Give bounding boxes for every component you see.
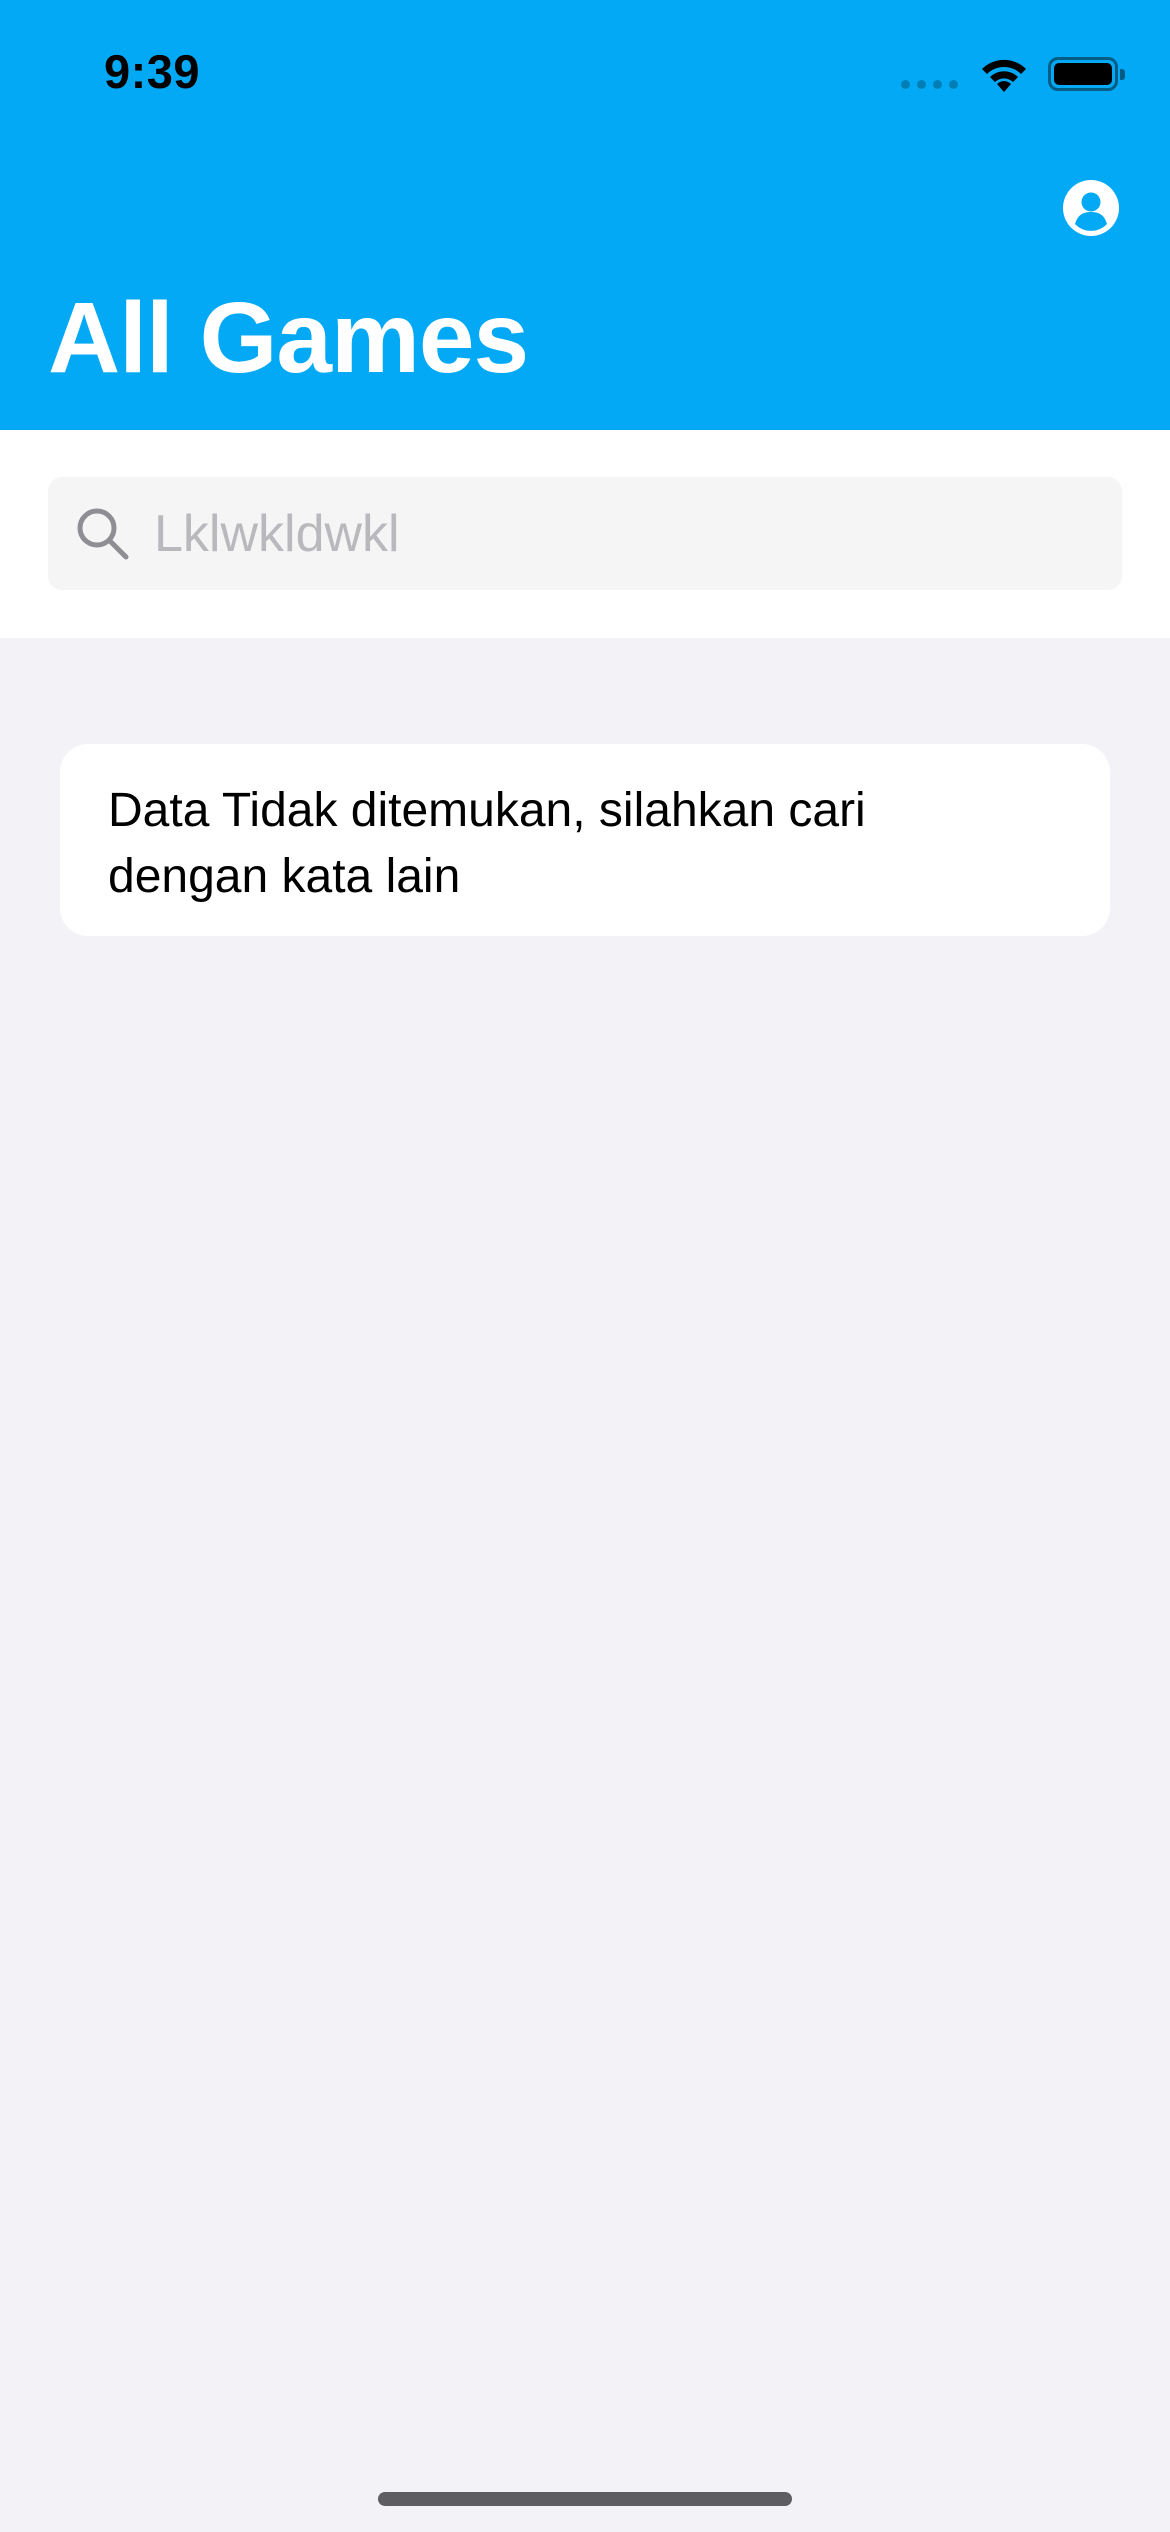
- search-icon: [77, 508, 129, 560]
- battery-icon: [1048, 57, 1125, 91]
- page-title: All Games: [48, 282, 529, 394]
- empty-state-message: Data Tidak ditemukan, silahkan cari deng…: [108, 784, 866, 903]
- search-input[interactable]: [154, 477, 1094, 590]
- home-indicator[interactable]: [378, 2492, 792, 2506]
- cellular-signal-icon: [901, 59, 958, 89]
- empty-state-card: Data Tidak ditemukan, silahkan cari deng…: [60, 744, 1110, 936]
- status-indicators: [901, 52, 1125, 96]
- search-panel: [0, 430, 1170, 638]
- navigation-header: 9:39 All Games: [0, 0, 1170, 430]
- search-bar[interactable]: [48, 477, 1122, 590]
- status-time: 9:39: [104, 45, 201, 98]
- wifi-icon: [982, 59, 1026, 92]
- profile-icon[interactable]: [1063, 180, 1119, 236]
